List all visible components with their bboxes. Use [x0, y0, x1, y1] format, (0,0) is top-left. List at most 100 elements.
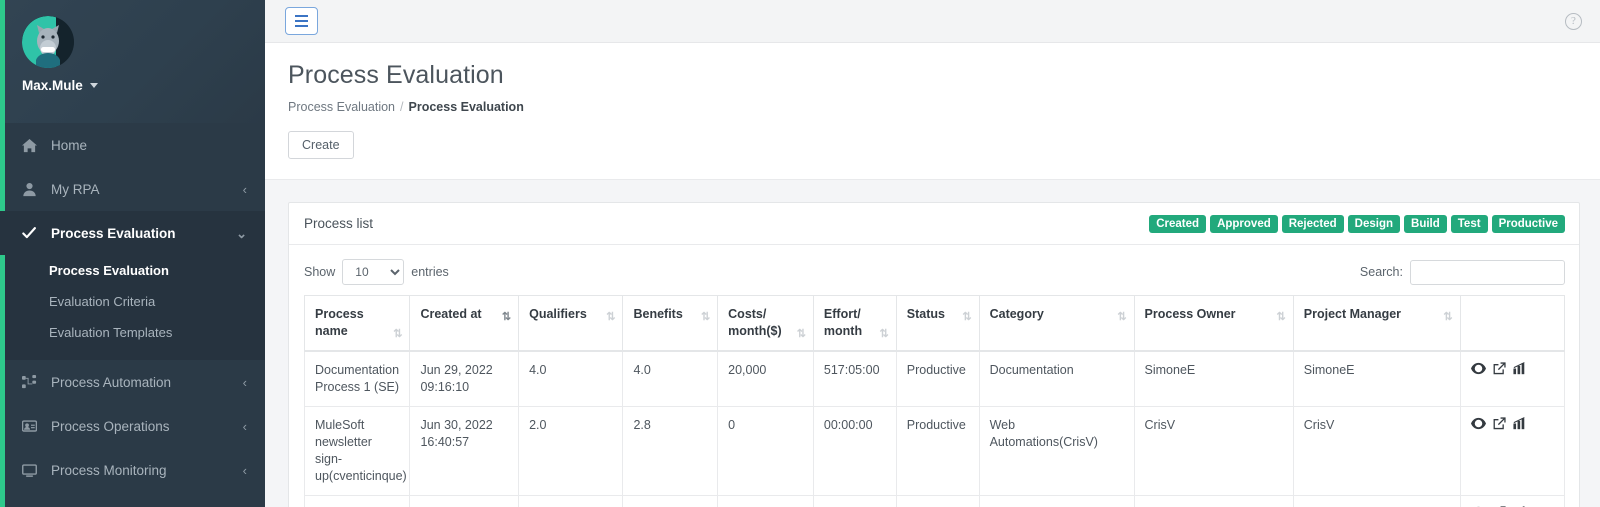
col-benefits-label: Benefits [633, 307, 683, 321]
status-badge-approved[interactable]: Approved [1210, 214, 1278, 233]
sidebar-username[interactable]: Max.Mule [22, 78, 265, 93]
sidebar-subitem-process-evaluation-label: Process Evaluation [49, 263, 169, 278]
sidebar-profile: Max.Mule [0, 0, 265, 123]
cell-process-owner: Carl [1133, 495, 1294, 507]
chevron-left-icon: ‹ [242, 181, 247, 197]
sidebar-subitem-evaluation-templates[interactable]: Evaluation Templates [0, 317, 265, 348]
search-input[interactable] [1410, 259, 1565, 285]
status-badge-build[interactable]: Build [1404, 214, 1447, 233]
main-content: ? Process Evaluation Process Evaluation … [265, 0, 1600, 507]
network-icon [22, 374, 44, 390]
cell-process-name: MuleSoft newsletter sign-up(cventicinque… [303, 406, 411, 496]
sidebar-item-process-monitoring[interactable]: Process Monitoring ‹ [0, 448, 265, 492]
col-created-at[interactable]: Created at ⇅ [409, 295, 520, 352]
user-icon [22, 182, 44, 197]
sidebar-item-process-automation[interactable]: Process Automation ‹ [0, 360, 265, 404]
chevron-down-icon [89, 83, 98, 88]
cell-actions [1459, 495, 1566, 507]
col-category[interactable]: Category ⇅ [978, 295, 1135, 352]
sidebar-item-process-operations-label: Process Operations [51, 418, 170, 434]
col-actions [1459, 295, 1566, 352]
sidebar-item-process-evaluation[interactable]: Process Evaluation ⌄ [0, 211, 265, 255]
cell-qualifiers: 2.0 [518, 406, 624, 496]
col-costs-month-label: Costs/ month($) [728, 307, 782, 338]
cell-created-at: Jun 30, 2022 16:40:57 [409, 406, 520, 496]
sidebar-subitem-process-evaluation[interactable]: Process Evaluation [0, 255, 265, 286]
breadcrumb-separator: / [400, 100, 404, 114]
col-status[interactable]: Status ⇅ [895, 295, 980, 352]
sidebar-item-my-rpa[interactable]: My RPA ‹ [0, 167, 265, 211]
table-head: Process name ⇅ Created at ⇅ Qualifiers ⇅ Be… [303, 295, 1566, 352]
cell-qualifiers: 4.0 [518, 350, 624, 407]
topbar: ? [265, 0, 1600, 43]
home-icon [22, 138, 44, 153]
page-length-select[interactable]: 10 25 50 100 [342, 259, 405, 285]
col-process-owner[interactable]: Process Owner ⇅ [1133, 295, 1294, 352]
external-link-icon[interactable] [1493, 417, 1506, 430]
sidebar-item-home[interactable]: Home [0, 123, 265, 167]
process-list-card: Process list Created Approved Rejected D… [288, 202, 1580, 507]
bar-chart-icon[interactable] [1512, 417, 1527, 430]
col-status-label: Status [906, 307, 945, 321]
status-badge-design[interactable]: Design [1347, 214, 1401, 233]
page-title: Process Evaluation [288, 61, 504, 89]
sidebar-item-home-label: Home [51, 137, 88, 153]
status-badge-created[interactable]: Created [1149, 214, 1207, 233]
table-row[interactable]: Documentation Process 1 (SE) Jun 29, 202… [303, 350, 1566, 407]
sort-icon: ⇅ [962, 311, 971, 323]
show-label: Show [304, 265, 336, 279]
cell-actions [1459, 350, 1566, 407]
help-circle-icon[interactable]: ? [1565, 12, 1582, 30]
status-badge-test[interactable]: Test [1450, 214, 1488, 233]
sidebar-item-my-rpa-label: My RPA [51, 181, 100, 197]
cell-category: MuleSoft [978, 495, 1135, 507]
username-label: Max.Mule [22, 78, 83, 93]
cell-process-name: Financial [303, 495, 411, 507]
col-project-manager[interactable]: Project Manager ⇅ [1292, 295, 1461, 352]
cell-benefits: 2.0 [622, 495, 719, 507]
cell-process-owner: SimoneE [1133, 350, 1294, 407]
sort-icon: ⇅ [879, 328, 889, 340]
external-link-icon[interactable] [1493, 362, 1506, 375]
cell-costs-month: 0 [717, 495, 814, 507]
col-process-name[interactable]: Process name ⇅ [303, 295, 411, 352]
avatar[interactable] [22, 16, 74, 68]
col-qualifiers[interactable]: Qualifiers ⇅ [518, 295, 624, 352]
cell-project-manager: SimoneE [1292, 350, 1461, 407]
operations-icon [22, 419, 44, 434]
table-row[interactable]: MuleSoft newsletter sign-up(cventicinque… [303, 406, 1566, 496]
eye-icon[interactable] [1470, 362, 1486, 375]
sidebar-item-process-operations[interactable]: Process Operations ‹ [0, 404, 265, 448]
eye-icon[interactable] [1470, 417, 1486, 430]
cell-effort-month: 00:00:00 [812, 495, 897, 507]
cell-benefits: 4.0 [622, 350, 719, 407]
sidebar-subitem-evaluation-criteria[interactable]: Evaluation Criteria [0, 286, 265, 317]
col-benefits[interactable]: Benefits ⇅ [622, 295, 719, 352]
sidebar-subitem-evaluation-criteria-label: Evaluation Criteria [49, 294, 156, 309]
search-control: Search: [1360, 259, 1565, 285]
hamburger-icon[interactable] [285, 7, 318, 35]
table-row[interactable]: Financial Jun 30, 2022 2.0 2.0 0 00:00:0… [303, 495, 1566, 507]
col-effort-month[interactable]: Effort/ month ⇅ [812, 295, 897, 352]
col-costs-month[interactable]: Costs/ month($) ⇅ [717, 295, 814, 352]
sort-icon-active: ⇅ [501, 311, 511, 323]
sidebar-item-process-monitoring-label: Process Monitoring [51, 462, 167, 478]
status-badge-rejected[interactable]: Rejected [1281, 214, 1344, 233]
status-badge-productive[interactable]: Productive [1491, 214, 1565, 233]
sort-icon: ⇅ [393, 328, 402, 340]
card-header: Process list Created Approved Rejected D… [289, 203, 1579, 245]
cell-costs-month: 20,000 [717, 350, 814, 407]
cell-status: Build [895, 495, 980, 507]
sort-icon: ⇅ [796, 328, 806, 340]
create-button[interactable]: Create [288, 131, 354, 159]
sidebar-group-process-evaluation: Process Evaluation ⌄ Process Evaluation … [0, 211, 265, 360]
sidebar-subitem-evaluation-templates-label: Evaluation Templates [49, 325, 173, 340]
page-header: Process Evaluation Process Evaluation / … [265, 43, 1600, 180]
col-process-name-label: Process name [315, 307, 364, 338]
cell-costs-month: 0 [717, 406, 814, 496]
sidebar-item-process-automation-label: Process Automation [51, 374, 172, 390]
col-created-at-label: Created at [420, 307, 482, 321]
breadcrumb-parent[interactable]: Process Evaluation [288, 100, 395, 114]
card-title: Process list [304, 216, 374, 231]
bar-chart-icon[interactable] [1512, 362, 1527, 375]
